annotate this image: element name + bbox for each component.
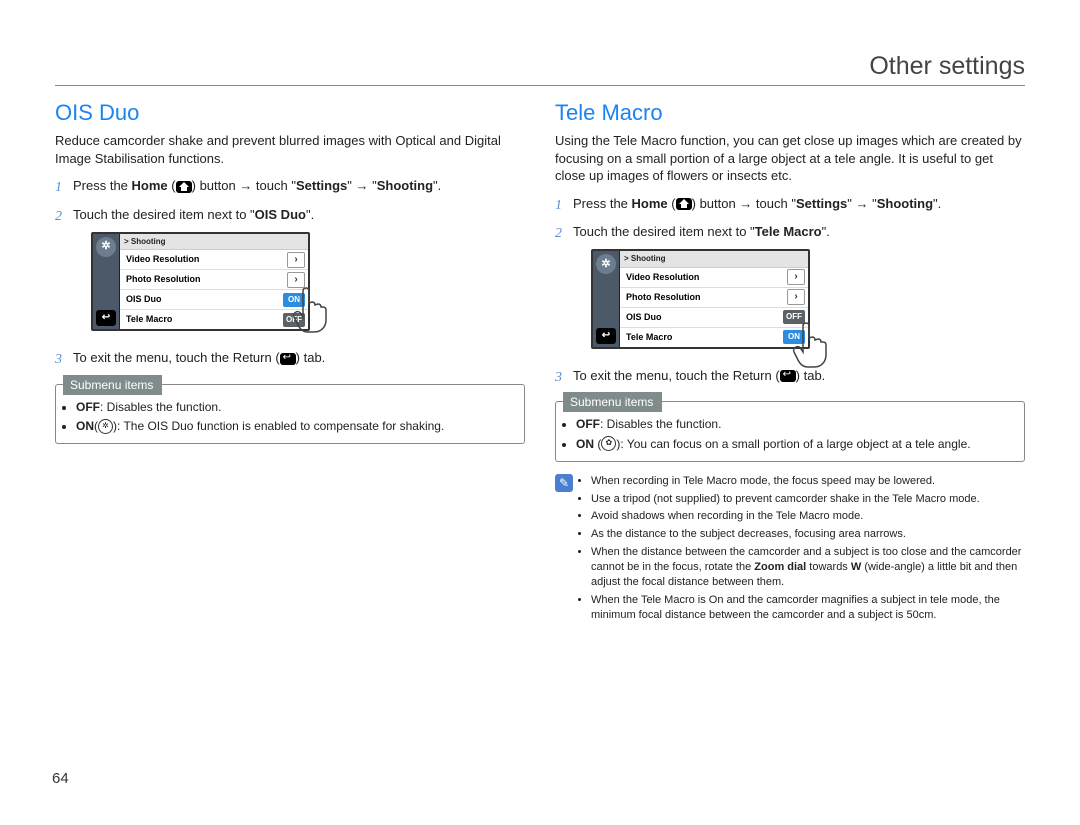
menu-row-photo-res: Photo Resolution › — [120, 270, 308, 290]
step-2-ois: 2 Touch the desired item next to "OIS Du… — [55, 206, 525, 341]
menu-list: > Shooting Video Resolution › Photo Reso… — [120, 234, 308, 329]
menu-row-ois-duo: OIS Duo ON — [120, 290, 308, 310]
menu-row-video-res: Video Resolution › — [120, 250, 308, 270]
section-title-telemacro: Tele Macro — [555, 100, 1025, 126]
submenu-box-ois: Submenu items OFF: Disables the function… — [55, 384, 525, 445]
submenu-title: Submenu items — [563, 392, 662, 412]
note-item: Avoid shadows when recording in the Tele… — [591, 509, 1025, 524]
content-columns: OIS Duo Reduce camcorder shake and preve… — [55, 100, 1025, 625]
gear-icon: ✲ — [96, 237, 116, 257]
screenshot-telemacro: ✲ ↩ > Shooting Video Resolution › — [591, 249, 1025, 348]
step-text: Touch the desired item next to "Tele Mac… — [573, 223, 1025, 358]
chevron-right-icon: › — [787, 289, 805, 305]
step-1-telemacro: 1 Press the Home () button → touch "Sett… — [555, 195, 1025, 216]
note-item: When recording in Tele Macro mode, the f… — [591, 474, 1025, 489]
submenu-list: OFF: Disables the function. ON(✲): The O… — [76, 399, 514, 436]
page-number: 64 — [52, 770, 69, 787]
submenu-list: OFF: Disables the function. ON (✿): You … — [576, 416, 1014, 453]
menu-row-tele-macro: Tele Macro OFF — [120, 310, 308, 329]
sidebar-column: ✲ ↩ — [593, 251, 620, 346]
step-text: Press the Home () button → touch "Settin… — [573, 195, 1025, 216]
camera-menu-screen: ✲ ↩ > Shooting Video Resolution › — [91, 232, 310, 331]
menu-row-ois-duo: OIS Duo OFF — [620, 308, 808, 328]
screenshot-ois: ✲ ↩ > Shooting Video Resolution › — [91, 232, 525, 331]
note-item: When the Tele Macro is On and the camcor… — [591, 593, 1025, 623]
camera-menu-screen: ✲ ↩ > Shooting Video Resolution › — [591, 249, 810, 348]
notes-list: When recording in Tele Macro mode, the f… — [591, 474, 1025, 626]
menu-row-video-res: Video Resolution › — [620, 268, 808, 288]
pencil-icon: ✎ — [555, 474, 573, 492]
note-item: When the distance between the camcorder … — [591, 545, 1025, 590]
finger-pointer-icon — [791, 319, 833, 369]
section-title-ois: OIS Duo — [55, 100, 525, 126]
flower-icon: ✿ — [601, 436, 616, 451]
steps-ois: 1 Press the Home () button → touch "Sett… — [55, 177, 525, 370]
step-number: 2 — [555, 223, 573, 358]
finger-pointer-icon — [291, 284, 333, 334]
chevron-right-icon: › — [287, 252, 305, 268]
column-ois-duo: OIS Duo Reduce camcorder shake and preve… — [55, 100, 525, 625]
menu-row-photo-res: Photo Resolution › — [620, 288, 808, 308]
intro-ois: Reduce camcorder shake and prevent blurr… — [55, 132, 525, 167]
submenu-item: OFF: Disables the function. — [576, 416, 1014, 433]
gear-icon: ✲ — [596, 254, 616, 274]
chevron-right-icon: › — [787, 269, 805, 285]
note-icon: ✎ — [555, 474, 577, 626]
step-text: To exit the menu, touch the Return () ta… — [573, 367, 1025, 388]
step-3-ois: 3 To exit the menu, touch the Return () … — [55, 349, 525, 370]
note-item: As the distance to the subject decreases… — [591, 527, 1025, 542]
breadcrumb: > Shooting — [620, 251, 808, 267]
column-tele-macro: Tele Macro Using the Tele Macro function… — [555, 100, 1025, 625]
menu-list: > Shooting Video Resolution › Photo Reso… — [620, 251, 808, 346]
page: Other settings OIS Duo Reduce camcorder … — [0, 0, 1080, 825]
submenu-title: Submenu items — [63, 375, 162, 395]
note-item: Use a tripod (not supplied) to prevent c… — [591, 492, 1025, 507]
return-icon: ↩ — [96, 310, 116, 326]
return-icon: ↩ — [596, 328, 616, 344]
submenu-item: OFF: Disables the function. — [76, 399, 514, 416]
step-number: 3 — [555, 367, 573, 388]
breadcrumb: > Shooting — [120, 234, 308, 250]
sidebar-column: ✲ ↩ — [93, 234, 120, 329]
step-number: 3 — [55, 349, 73, 370]
step-text: Touch the desired item next to "OIS Duo"… — [73, 206, 525, 341]
step-3-telemacro: 3 To exit the menu, touch the Return () … — [555, 367, 1025, 388]
notes-box: ✎ When recording in Tele Macro mode, the… — [555, 474, 1025, 626]
page-header: Other settings — [55, 52, 1025, 86]
home-icon — [176, 181, 192, 193]
ois-icon: ✲ — [98, 419, 113, 434]
step-2-telemacro: 2 Touch the desired item next to "Tele M… — [555, 223, 1025, 358]
home-icon — [676, 198, 692, 210]
return-icon — [780, 370, 796, 382]
step-number: 2 — [55, 206, 73, 341]
step-text: To exit the menu, touch the Return () ta… — [73, 349, 525, 370]
submenu-item: ON (✿): You can focus on a small portion… — [576, 436, 1014, 453]
intro-telemacro: Using the Tele Macro function, you can g… — [555, 132, 1025, 185]
steps-telemacro: 1 Press the Home () button → touch "Sett… — [555, 195, 1025, 388]
step-1-ois: 1 Press the Home () button → touch "Sett… — [55, 177, 525, 198]
submenu-item: ON(✲): The OIS Duo function is enabled t… — [76, 418, 514, 435]
step-text: Press the Home () button → touch "Settin… — [73, 177, 525, 198]
submenu-box-telemacro: Submenu items OFF: Disables the function… — [555, 401, 1025, 462]
return-icon — [280, 353, 296, 365]
step-number: 1 — [555, 195, 573, 216]
step-number: 1 — [55, 177, 73, 198]
menu-row-tele-macro: Tele Macro ON — [620, 328, 808, 347]
